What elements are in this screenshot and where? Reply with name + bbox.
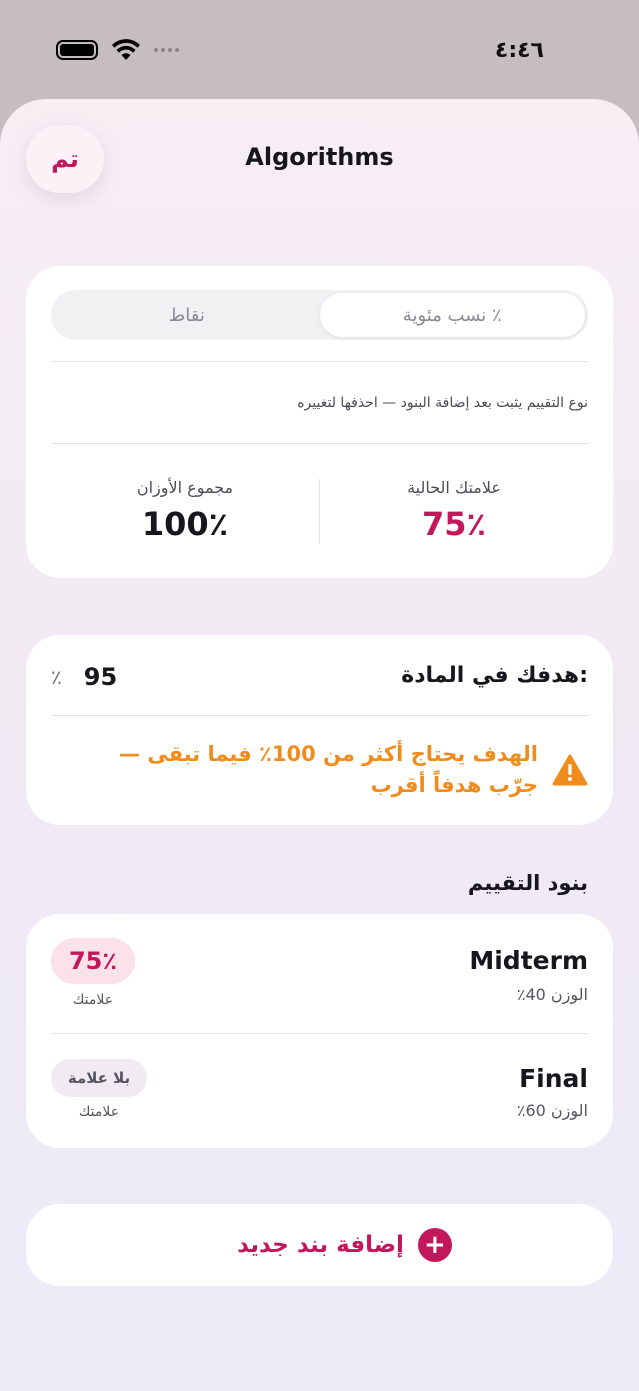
item-weight: الوزن 40٪ <box>516 985 588 1004</box>
grading-type-card: نسب مئوية ٪ نقاط نوع التقييم يثبت بعد إض… <box>26 266 613 578</box>
current-mark-value: 75٪ <box>421 505 487 543</box>
target-label: هدفك في المادة: <box>401 663 588 688</box>
weights-total-label: مجموع الأوزان <box>136 478 234 497</box>
segment-points[interactable]: نقاط <box>54 293 320 337</box>
weights-total-value: 100٪ <box>141 505 229 543</box>
item-weight: الوزن 60٪ <box>516 1101 588 1120</box>
target-unit: ٪ <box>51 665 62 689</box>
list-item[interactable]: Midterm الوزن 40٪ 75٪ علامتك <box>26 914 613 1031</box>
warning-text: الهدف يحتاج أكثر من 100٪ فيما تبقى — جرّ… <box>119 742 538 797</box>
plus-icon: + <box>417 1228 452 1262</box>
item-name: Midterm <box>469 946 588 975</box>
grading-type-segmented-control: نسب مئوية ٪ نقاط <box>51 290 588 340</box>
add-item-label: إضافة بند جديد <box>237 1232 404 1258</box>
divider <box>51 715 588 716</box>
current-mark-label: علامتك الحالية <box>407 478 501 497</box>
list-item[interactable]: Final الوزن 60٪ بلا علامة علامتك <box>26 1033 613 1150</box>
sheet: تم Algorithms نسب مئوية ٪ نقاط نوع التقي… <box>0 99 639 1391</box>
status-icons <box>56 39 179 61</box>
grading-type-note: نوع التقييم يثبت بعد إضافة البنود — احذف… <box>297 395 588 411</box>
section-title: بنود التقييم <box>467 871 588 895</box>
item-mark-caption: علامتك <box>78 1104 120 1120</box>
divider <box>51 361 588 362</box>
warning-triangle-icon <box>552 754 588 786</box>
target-warning: الهدف يحتاج أكثر من 100٪ فيما تبقى — جرّ… <box>51 739 588 801</box>
stat-divider <box>319 479 320 543</box>
page-title: Algorithms <box>245 143 394 171</box>
item-mark-badge[interactable]: 75٪ <box>51 938 135 984</box>
target-card: هدفك في المادة: ٪ 95 الهدف يحتاج أكثر من… <box>26 635 613 825</box>
divider <box>51 443 588 444</box>
item-mark-badge[interactable]: بلا علامة <box>51 1059 147 1097</box>
items-card: Midterm الوزن 40٪ 75٪ علامتك Final الوزن… <box>26 914 613 1148</box>
battery-icon <box>56 40 98 60</box>
item-name: Final <box>519 1064 588 1093</box>
target-input[interactable]: ٪ 95 <box>51 663 117 691</box>
current-mark-stat: علامتك الحالية 75٪ <box>320 478 588 543</box>
segment-percentages[interactable]: نسب مئوية ٪ <box>319 293 585 337</box>
item-mark-caption: علامتك <box>72 992 114 1008</box>
status-bar: ٤:٤٦ <box>0 0 639 100</box>
target-value[interactable]: 95 <box>84 663 117 691</box>
add-item-button[interactable]: + إضافة بند جديد <box>26 1204 613 1286</box>
wifi-icon <box>112 39 140 60</box>
cellular-signal-icon <box>154 48 179 52</box>
weights-total-stat: مجموع الأوزان 100٪ <box>51 478 319 543</box>
status-time: ٤:٤٦ <box>494 37 544 63</box>
